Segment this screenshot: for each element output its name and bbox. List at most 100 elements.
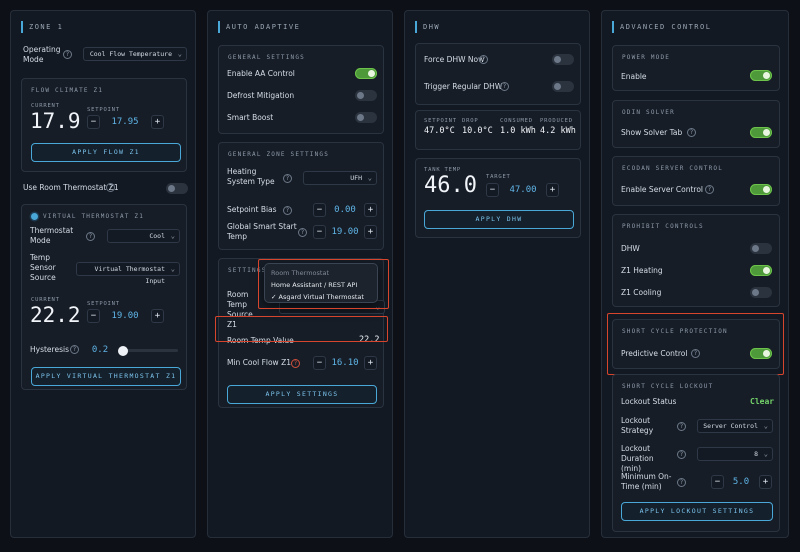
- heating-type-value: UFH: [350, 174, 362, 182]
- min-cool-flow-value[interactable]: 16.10: [327, 356, 363, 370]
- general-settings-title: GENERAL SETTINGS: [228, 54, 305, 61]
- trigger-dhw-toggle[interactable]: [552, 81, 574, 92]
- decrement-button[interactable]: −: [87, 115, 100, 129]
- decrement-button[interactable]: −: [711, 475, 724, 489]
- ecodan-card: ECODAN SERVER CONTROL Enable Server Cont…: [612, 156, 780, 206]
- heating-type-label: Heating System Type: [227, 167, 275, 186]
- show-solver-toggle[interactable]: [750, 127, 772, 138]
- dhw-stats-card: SETPOINT 47.0°C DROP 10.0°C CONSUMED 1.0…: [415, 110, 581, 150]
- zone1-title: ZONE 1: [21, 21, 63, 33]
- drop-label: DROP: [462, 118, 479, 124]
- use-room-thermostat-label: Use Room Thermostat Z1: [23, 183, 119, 192]
- chevron-down-icon: ⌄: [763, 450, 768, 458]
- lockout-strategy-label: Lockout Strategy: [621, 416, 654, 435]
- setpoint-bias-value[interactable]: 0.00: [327, 203, 363, 217]
- smart-boost-toggle[interactable]: [355, 112, 377, 123]
- decrement-button[interactable]: −: [313, 203, 326, 217]
- help-icon[interactable]: ?: [70, 345, 79, 354]
- help-icon[interactable]: ?: [500, 82, 509, 91]
- apply-virtual-thermostat-button[interactable]: APPLY VIRTUAL THERMOSTAT Z1: [31, 367, 181, 386]
- increment-button[interactable]: +: [759, 475, 772, 489]
- force-dhw-toggle[interactable]: [552, 54, 574, 65]
- help-icon[interactable]: ?: [106, 183, 115, 192]
- thermostat-mode-select[interactable]: Cool ⌄: [107, 229, 180, 243]
- operating-mode-label: Operating Mode: [23, 45, 61, 64]
- help-icon[interactable]: ?: [283, 174, 292, 183]
- server-control-toggle[interactable]: [750, 184, 772, 195]
- power-enable-label: Enable: [621, 72, 647, 81]
- prohibit-dhw-toggle[interactable]: [750, 243, 772, 254]
- decrement-button[interactable]: −: [313, 225, 326, 239]
- server-control-label: Enable Server Control: [621, 185, 704, 194]
- tank-temp-value: 46.0: [424, 173, 477, 198]
- increment-button[interactable]: +: [546, 183, 559, 197]
- apply-settings-button[interactable]: APPLY SETTINGS: [227, 385, 377, 404]
- dropdown-highlight: [258, 259, 389, 309]
- increment-button[interactable]: +: [364, 225, 377, 239]
- trigger-dhw-label: Trigger Regular DHW: [424, 82, 503, 91]
- virtual-thermostat-card: VIRTUAL THERMOSTAT Z1 Thermostat Mode ? …: [21, 204, 187, 390]
- dhw-controls-card: Force DHW Now ? Trigger Regular DHW ?: [415, 43, 581, 105]
- produced-label: PRODUCED: [540, 118, 573, 124]
- prohibit-z1-heating-toggle[interactable]: [750, 265, 772, 276]
- defrost-toggle[interactable]: [355, 90, 377, 101]
- advanced-panel: ADVANCED CONTROL POWER MODE Enable ODIN …: [601, 10, 789, 538]
- prohibit-z1-cooling-toggle[interactable]: [750, 287, 772, 298]
- hysteresis-slider-knob[interactable]: [118, 346, 128, 356]
- help-icon[interactable]: ?: [86, 232, 95, 241]
- thermostat-current-value: 22.2: [30, 303, 81, 327]
- lockout-strategy-select[interactable]: Server Control ⌄: [697, 419, 773, 433]
- smart-start-value[interactable]: 19.00: [327, 225, 363, 239]
- warning-help-icon[interactable]: ?: [291, 359, 300, 368]
- smart-boost-label: Smart Boost: [227, 113, 274, 122]
- temp-sensor-select[interactable]: Virtual Thermostat Input ⌄: [76, 262, 180, 285]
- power-enable-toggle[interactable]: [750, 70, 772, 81]
- lockout-title: SHORT CYCLE LOCKOUT: [622, 383, 714, 390]
- target-value[interactable]: 47.00: [502, 183, 544, 197]
- heating-type-select[interactable]: UFH ⌄: [303, 171, 377, 185]
- help-icon[interactable]: ?: [687, 128, 696, 137]
- lockout-card: SHORT CYCLE LOCKOUT Lockout Status Clear…: [612, 374, 780, 532]
- help-icon[interactable]: ?: [283, 206, 292, 215]
- increment-button[interactable]: +: [151, 115, 164, 129]
- apply-flow-button[interactable]: APPLY FLOW Z1: [31, 143, 181, 162]
- zone-settings-card: GENERAL ZONE SETTINGS Heating System Typ…: [218, 142, 384, 250]
- dhw-title: DHW: [415, 21, 440, 33]
- decrement-button[interactable]: −: [87, 309, 100, 323]
- lockout-status-value: Clear: [750, 397, 775, 406]
- min-cool-flow-label: Min Cool Flow Z1: [227, 358, 291, 367]
- decrement-button[interactable]: −: [486, 183, 499, 197]
- chevron-down-icon: ⌄: [170, 265, 175, 273]
- apply-dhw-button[interactable]: APPLY DHW: [424, 210, 574, 229]
- thermostat-setpoint-value[interactable]: 19.00: [102, 309, 148, 323]
- short-cycle-highlight: [607, 313, 784, 375]
- help-icon[interactable]: ?: [677, 478, 686, 487]
- min-on-time-value[interactable]: 5.0: [726, 475, 756, 489]
- help-icon[interactable]: ?: [298, 228, 307, 237]
- increment-button[interactable]: +: [364, 203, 377, 217]
- help-icon[interactable]: ?: [63, 50, 72, 59]
- lockout-duration-select[interactable]: 8 ⌄: [697, 447, 773, 461]
- help-icon[interactable]: ?: [479, 55, 488, 64]
- consumed-label: CONSUMED: [500, 118, 533, 124]
- help-icon[interactable]: ?: [705, 185, 714, 194]
- increment-button[interactable]: +: [364, 356, 377, 370]
- flow-climate-card: FLOW CLIMATE Z1 CURRENT 17.9 SETPOINT − …: [21, 78, 187, 172]
- operating-mode-select[interactable]: Cool Flow Temperature ⌄: [83, 47, 187, 61]
- help-icon[interactable]: ?: [677, 450, 686, 459]
- chevron-down-icon: ⌄: [177, 50, 182, 58]
- lockout-duration-value: 8: [754, 450, 758, 458]
- prohibit-title: PROHIBIT CONTROLS: [622, 223, 704, 230]
- auto-adaptive-panel: AUTO ADAPTIVE GENERAL SETTINGS Enable AA…: [207, 10, 393, 538]
- help-icon[interactable]: ?: [677, 422, 686, 431]
- increment-button[interactable]: +: [151, 309, 164, 323]
- decrement-button[interactable]: −: [313, 356, 326, 370]
- use-room-thermostat-toggle[interactable]: [166, 183, 188, 194]
- apply-lockout-button[interactable]: APPLY LOCKOUT SETTINGS: [621, 502, 773, 521]
- hysteresis-value: 0.2: [91, 345, 109, 355]
- flow-setpoint-value[interactable]: 17.95: [102, 115, 148, 129]
- lockout-status-label: Lockout Status: [621, 397, 677, 406]
- setpoint-label: SETPOINT: [87, 107, 120, 113]
- power-mode-card: POWER MODE Enable: [612, 45, 780, 91]
- enable-aa-toggle[interactable]: [355, 68, 377, 79]
